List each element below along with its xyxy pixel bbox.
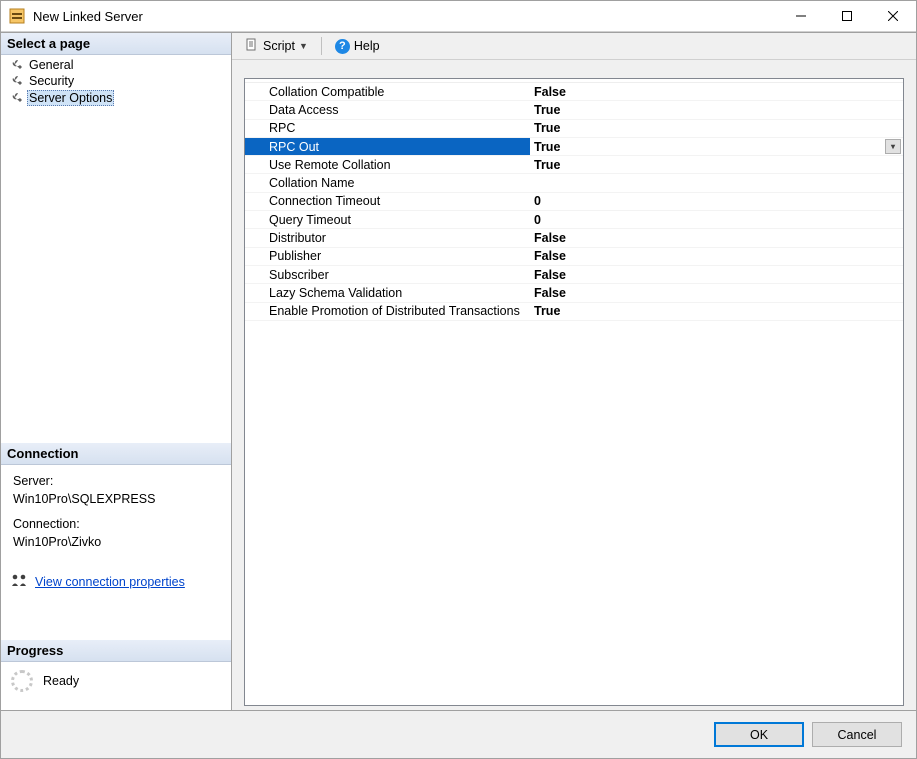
property-value[interactable]: True▾ <box>530 138 903 155</box>
chevron-down-icon: ▼ <box>299 41 308 51</box>
property-grid[interactable]: Collation CompatibleFalseData AccessTrue… <box>244 78 904 706</box>
toolbar: Script ▼ ? Help <box>232 33 916 60</box>
property-name: Lazy Schema Validation <box>245 284 530 301</box>
property-name: Subscriber <box>245 266 530 283</box>
window-title: New Linked Server <box>33 9 778 24</box>
property-row[interactable]: Use Remote CollationTrue <box>245 156 903 174</box>
sidebar: Select a page General Security Server Opti… <box>1 33 232 710</box>
server-label: Server: <box>13 473 223 491</box>
script-icon <box>245 38 259 55</box>
property-row[interactable]: Enable Promotion of Distributed Transact… <box>245 303 903 321</box>
property-row[interactable]: Connection Timeout0 <box>245 193 903 211</box>
property-row[interactable]: RPC OutTrue▾ <box>245 138 903 156</box>
property-value[interactable]: False <box>530 248 903 265</box>
help-label: Help <box>354 39 380 53</box>
dialog-window: New Linked Server Select a page GeneralS… <box>0 0 917 759</box>
property-row[interactable]: Collation Name <box>245 174 903 192</box>
progress-spinner-icon <box>11 670 33 692</box>
property-name: Collation Compatible <box>245 83 530 100</box>
app-icon <box>9 8 25 24</box>
property-value[interactable]: True <box>530 120 903 137</box>
help-icon: ? <box>335 39 350 54</box>
property-value[interactable] <box>530 174 903 191</box>
property-name: RPC <box>245 120 530 137</box>
property-name: Data Access <box>245 101 530 118</box>
property-value[interactable]: 0 <box>530 211 903 228</box>
property-value[interactable]: False <box>530 284 903 301</box>
script-label: Script <box>263 39 295 53</box>
maximize-button[interactable] <box>824 1 870 31</box>
dialog-body: Select a page General Security Server Opti… <box>1 32 916 710</box>
progress-status: Ready <box>43 674 79 688</box>
wrench-icon <box>9 91 23 105</box>
property-name: Publisher <box>245 248 530 265</box>
page-item-label: Server Options <box>27 90 114 106</box>
connection-label: Connection: <box>13 516 223 534</box>
progress-body: Ready <box>1 662 231 710</box>
close-button[interactable] <box>870 1 916 31</box>
minimize-button[interactable] <box>778 1 824 31</box>
connection-info: Server: Win10Pro\SQLEXPRESS Connection: … <box>1 465 231 569</box>
property-row[interactable]: Query Timeout0 <box>245 211 903 229</box>
page-item[interactable]: Server Options <box>1 89 231 107</box>
property-value[interactable]: True <box>530 101 903 118</box>
toolbar-separator <box>321 37 322 55</box>
property-name: Use Remote Collation <box>245 156 530 173</box>
property-row[interactable]: Data AccessTrue <box>245 101 903 119</box>
connection-props-icon <box>11 573 29 590</box>
property-value[interactable]: 0 <box>530 193 903 210</box>
property-value[interactable]: False <box>530 229 903 246</box>
property-row[interactable]: SubscriberFalse <box>245 266 903 284</box>
property-row[interactable]: Collation CompatibleFalse <box>245 83 903 101</box>
script-button[interactable]: Script ▼ <box>238 35 315 58</box>
property-value[interactable]: False <box>530 83 903 100</box>
pages-header: Select a page <box>1 33 231 55</box>
wrench-icon <box>9 74 23 88</box>
window-controls <box>778 1 916 31</box>
page-item-label: Security <box>27 74 76 88</box>
page-item[interactable]: General <box>1 57 231 73</box>
main-panel: Script ▼ ? Help Collation CompatibleFals… <box>232 33 916 710</box>
wrench-icon <box>9 58 23 72</box>
property-name: RPC Out <box>245 138 530 155</box>
property-value[interactable]: False <box>530 266 903 283</box>
ok-button[interactable]: OK <box>714 722 804 747</box>
property-value[interactable]: True <box>530 303 903 320</box>
property-name: Enable Promotion of Distributed Transact… <box>245 303 530 320</box>
dialog-footer: OK Cancel <box>1 710 916 758</box>
cancel-button[interactable]: Cancel <box>812 722 902 747</box>
progress-header: Progress <box>1 640 231 662</box>
property-name: Query Timeout <box>245 211 530 228</box>
property-value[interactable]: True <box>530 156 903 173</box>
property-row[interactable]: DistributorFalse <box>245 229 903 247</box>
page-list: General Security Server Options <box>1 55 231 115</box>
chevron-down-icon: ▾ <box>891 142 895 151</box>
page-item[interactable]: Security <box>1 73 231 89</box>
property-name: Collation Name <box>245 174 530 191</box>
property-row[interactable]: RPCTrue <box>245 120 903 138</box>
property-name: Distributor <box>245 229 530 246</box>
view-connection-properties-link[interactable]: View connection properties <box>35 575 185 589</box>
view-connection-row: View connection properties <box>1 569 231 600</box>
property-row[interactable]: Lazy Schema ValidationFalse <box>245 284 903 302</box>
server-value: Win10Pro\SQLEXPRESS <box>13 491 223 509</box>
property-row[interactable]: PublisherFalse <box>245 248 903 266</box>
page-item-label: General <box>27 58 75 72</box>
help-button[interactable]: ? Help <box>328 36 387 57</box>
property-name: Connection Timeout <box>245 193 530 210</box>
connection-header: Connection <box>1 443 231 465</box>
connection-value: Win10Pro\Zivko <box>13 534 223 552</box>
dropdown-button[interactable]: ▾ <box>885 139 901 154</box>
titlebar: New Linked Server <box>1 1 916 32</box>
